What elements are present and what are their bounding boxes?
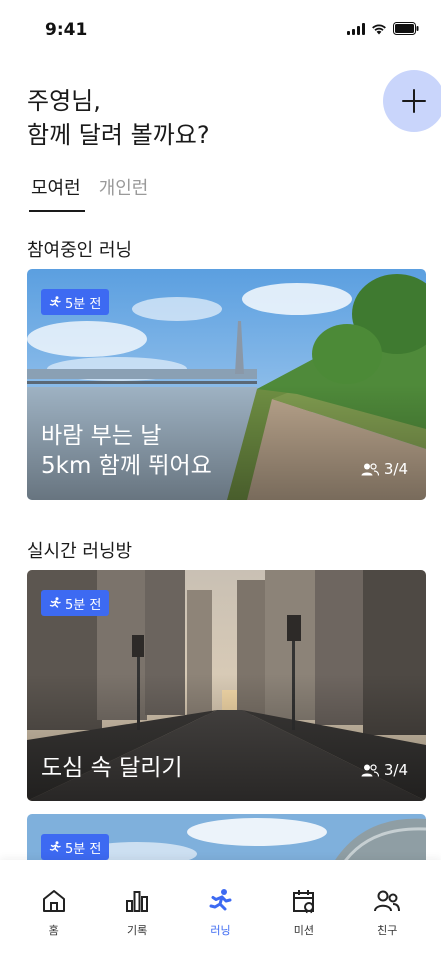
time-badge: 5분 전 xyxy=(41,834,110,860)
greeting-line-1: 주영님, xyxy=(27,87,101,115)
time-badge-label: 5분 전 xyxy=(65,597,102,613)
nav-item-running[interactable]: 러닝 xyxy=(185,860,255,964)
run-card-title-line-2: 5km 함께 뛰어요 xyxy=(41,453,212,479)
participant-count-label: 3/4 xyxy=(383,460,408,478)
greeting: 주영님, 함께 달려 볼까요? xyxy=(27,84,210,152)
tab-group-run[interactable]: 모여런 xyxy=(29,174,85,212)
time-badge: 5분 전 xyxy=(41,289,110,315)
nav-item-missions[interactable]: 미션 xyxy=(269,860,339,964)
add-run-button[interactable] xyxy=(383,70,441,132)
run-card[interactable]: 5분 전 도심 속 달리기 3/4 xyxy=(27,570,426,801)
runner-icon xyxy=(49,841,61,852)
nav-label: 기록 xyxy=(126,924,148,937)
section-title-joined: 참여중인 러닝 xyxy=(27,240,133,261)
run-type-tabs: 모여런 개인런 xyxy=(29,174,148,212)
signal-icon xyxy=(347,22,365,35)
runner-icon xyxy=(209,889,232,911)
nav-label: 미션 xyxy=(293,924,314,937)
run-card-title-line-1: 도심 속 달리기 xyxy=(41,755,183,781)
status-time: 9:41 xyxy=(45,20,88,40)
nav-label: 홈 xyxy=(48,924,59,937)
time-badge-label: 5분 전 xyxy=(65,841,102,857)
nav-item-friends[interactable]: 친구 xyxy=(352,860,422,964)
section-title-live: 실시간 러닝방 xyxy=(27,541,133,562)
nav-label: 친구 xyxy=(377,924,398,937)
greeting-line-2: 함께 달려 볼까요? xyxy=(27,121,210,149)
runner-icon xyxy=(49,296,61,307)
people-icon xyxy=(361,462,379,476)
participant-count-label: 3/4 xyxy=(383,761,408,779)
runner-icon xyxy=(49,597,61,608)
nav-item-home[interactable]: 홈 xyxy=(19,860,89,964)
home-icon xyxy=(42,890,65,912)
run-card-title: 바람 부는 날 5km 함께 뛰어요 xyxy=(41,421,212,481)
participant-count: 3/4 xyxy=(361,460,408,478)
battery-icon xyxy=(393,22,419,35)
people-icon xyxy=(361,763,379,777)
run-card-title-line-1: 바람 부는 날 xyxy=(41,423,162,449)
plus-icon xyxy=(402,89,426,113)
chart-icon xyxy=(126,891,149,912)
friends-icon xyxy=(374,890,401,912)
time-badge: 5분 전 xyxy=(41,590,110,616)
time-badge-label: 5분 전 xyxy=(65,296,102,312)
tab-solo-run[interactable]: 개인런 xyxy=(99,174,149,212)
nav-item-records[interactable]: 기록 xyxy=(102,860,172,964)
wifi-icon xyxy=(371,23,387,35)
nav-label: 러닝 xyxy=(210,924,231,937)
bottom-nav: 홈 기록 러닝 미션 친구 xyxy=(0,860,441,964)
run-card-title: 도심 속 달리기 xyxy=(41,753,183,783)
status-bar: 9:41 xyxy=(0,0,441,60)
status-icons xyxy=(347,22,419,35)
participant-count: 3/4 xyxy=(361,761,408,779)
run-card[interactable]: 5분 전 바람 부는 날 5km 함께 뛰어요 3/4 xyxy=(27,269,426,500)
calendar-icon xyxy=(292,890,314,914)
